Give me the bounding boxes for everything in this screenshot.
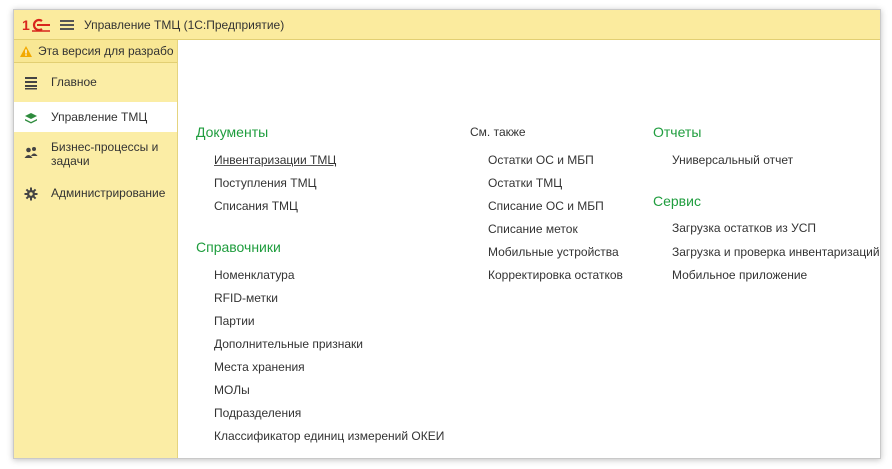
link-os-mbp-write-off[interactable]: Списание ОС и МБП bbox=[488, 199, 604, 213]
section-title-service: Сервис bbox=[653, 193, 701, 209]
link-okei-classifier[interactable]: Классификатор единиц измерений ОКЕИ bbox=[214, 429, 444, 443]
section-title-catalogs: Справочники bbox=[196, 239, 281, 255]
gear-icon bbox=[24, 187, 38, 201]
link-storage-places[interactable]: Места хранения bbox=[214, 360, 305, 374]
link-nomenclature[interactable]: Номенклатура bbox=[214, 268, 295, 282]
section-title-reports: Отчеты bbox=[653, 124, 702, 140]
svg-text:1: 1 bbox=[22, 17, 30, 33]
link-mobile-app[interactable]: Мобильное приложение bbox=[672, 268, 807, 282]
link-mobile-devices[interactable]: Мобильные устройства bbox=[488, 245, 619, 259]
sidebar-item-label: Управление ТМЦ bbox=[51, 110, 148, 124]
sidebar-item-label: Главное bbox=[51, 75, 97, 89]
1c-logo-icon: 1 bbox=[22, 17, 50, 33]
link-rfid-tags[interactable]: RFID-метки bbox=[214, 291, 278, 305]
warning-icon bbox=[20, 45, 32, 57]
sidebar-item-label: Администрирование bbox=[51, 186, 166, 200]
sidebar-item-administration[interactable]: Администрирование bbox=[14, 186, 177, 210]
menu-icon[interactable] bbox=[60, 18, 74, 32]
1c-logo: 1 bbox=[22, 16, 52, 34]
link-usp-balance-import[interactable]: Загрузка остатков из УСП bbox=[672, 221, 816, 235]
warning-text: Эта версия для разрабо bbox=[38, 44, 174, 58]
link-additional-attributes[interactable]: Дополнительные признаки bbox=[214, 337, 363, 351]
link-write-offs[interactable]: Списания ТМЦ bbox=[214, 199, 298, 213]
layers-icon bbox=[25, 113, 37, 124]
link-os-mbp-balances[interactable]: Остатки ОС и МБП bbox=[488, 153, 594, 167]
developer-warning[interactable]: Эта версия для разрабо bbox=[14, 40, 177, 63]
main-content: Документы Инвентаризации ТМЦ Поступления… bbox=[178, 40, 880, 458]
link-tag-write-off[interactable]: Списание меток bbox=[488, 222, 578, 236]
sidebar-item-label: Бизнес-процессы и задачи bbox=[51, 140, 159, 168]
link-inventory[interactable]: Инвентаризации ТМЦ bbox=[214, 153, 336, 167]
users-icon bbox=[24, 147, 38, 158]
title-bar: 1 Управление ТМЦ (1С:Предприятие) bbox=[14, 10, 880, 40]
list-icon bbox=[25, 77, 37, 90]
section-title-documents: Документы bbox=[196, 124, 269, 140]
sidebar-item-main[interactable]: Главное bbox=[14, 75, 177, 99]
link-batches[interactable]: Партии bbox=[214, 314, 255, 328]
app-window: 1 Управление ТМЦ (1С:Предприятие) Эта ве… bbox=[13, 9, 881, 459]
link-balance-adjustment[interactable]: Корректировка остатков bbox=[488, 268, 623, 282]
sidebar-item-business-processes[interactable]: Бизнес-процессы и задачи bbox=[14, 140, 177, 174]
link-universal-report[interactable]: Универсальный отчет bbox=[672, 153, 793, 167]
window-title: Управление ТМЦ (1С:Предприятие) bbox=[84, 17, 285, 32]
link-mols[interactable]: МОЛы bbox=[214, 383, 250, 397]
sidebar: Эта версия для разрабо Главное Управлени… bbox=[14, 40, 178, 458]
link-departments[interactable]: Подразделения bbox=[214, 406, 301, 420]
link-receipts[interactable]: Поступления ТМЦ bbox=[214, 176, 316, 190]
link-tmc-balances[interactable]: Остатки ТМЦ bbox=[488, 176, 562, 190]
link-inventory-import-check[interactable]: Загрузка и проверка инвентаризаций bbox=[672, 245, 880, 259]
section-title-see-also: См. также bbox=[470, 125, 526, 139]
sidebar-item-tmc[interactable]: Управление ТМЦ bbox=[14, 102, 177, 132]
